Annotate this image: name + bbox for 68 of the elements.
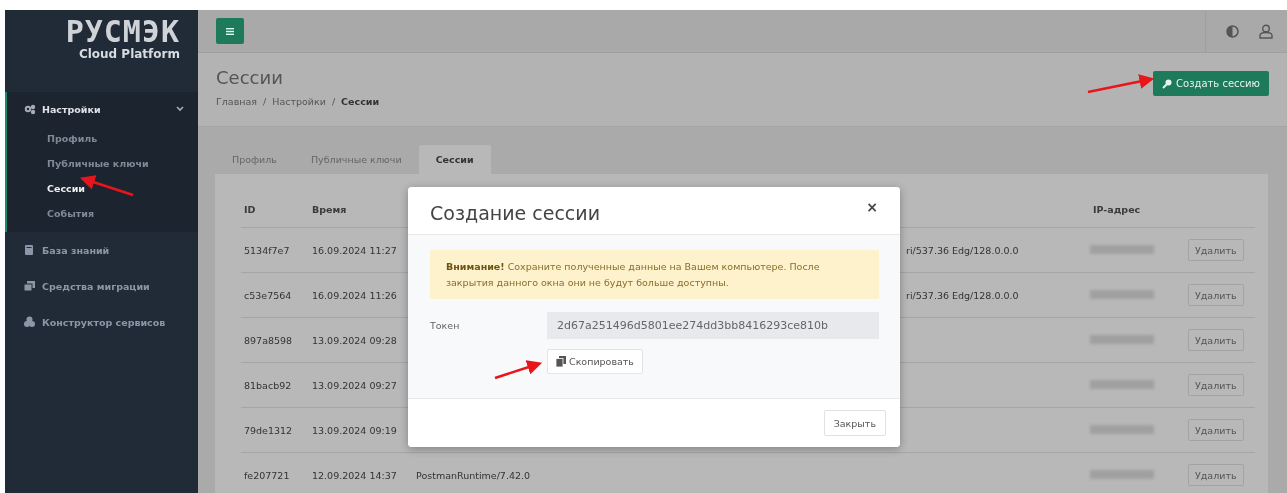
sidebar-subitem[interactable]: Профиль — [7, 126, 98, 151]
sidebar-subitem[interactable]: Сессии — [7, 176, 85, 201]
sidebar-subitem[interactable]: Публичные ключи — [7, 151, 149, 176]
token-label: Токен — [430, 320, 461, 331]
logo-subtitle: Cloud Platform — [78, 48, 180, 60]
table-cell: 5134f7e7 — [244, 244, 290, 256]
gear-icon — [23, 103, 36, 115]
chevron-icon — [176, 106, 184, 112]
tab[interactable]: Профиль — [215, 145, 294, 174]
table-cell: 13.09.2024 09:28 — [312, 334, 397, 346]
table-cell: 897a8598 — [244, 334, 293, 346]
table-cell: PostmanRuntime/7.42.0 — [416, 469, 531, 481]
contrast-icon — [1226, 24, 1239, 38]
stacked-windows-icon — [23, 280, 36, 292]
table-cell: fe207721 — [244, 469, 290, 481]
logo-wordmark: РУСМЭК — [65, 16, 180, 48]
delete-button[interactable]: Удалить — [1188, 464, 1244, 486]
warning-alert: Внимание! Сохраните полученные данные на Вашем компьютере. После закрытия данного окна они не будут больше доступны. — [430, 250, 879, 299]
table-cell: 13.09.2024 09:19 — [312, 424, 397, 436]
column-header: Время — [312, 204, 347, 215]
blurred-ip-address — [1090, 244, 1154, 254]
table-cell: 13.09.2024 09:27 — [312, 379, 397, 391]
modal-title: Создание сессии — [430, 202, 600, 224]
table-cell: 12.09.2024 14:37 — [312, 469, 397, 481]
delete-button[interactable]: Удалить — [1188, 374, 1244, 396]
user-icon — [1259, 23, 1273, 39]
token-field[interactable]: 2d67a251496d5801ee274dd3bb8416293ce810b — [547, 312, 879, 339]
close-button[interactable]: × — [864, 200, 880, 214]
sidebar-item[interactable]: Средства миграции — [5, 268, 198, 304]
sidebar-item[interactable]: Конструктор сервисов — [5, 304, 198, 340]
breadcrumb-separator: / — [263, 95, 267, 107]
delete-button[interactable]: Удалить — [1188, 239, 1244, 261]
table-cell: c53e7564 — [244, 289, 292, 301]
table-cell-text: ri/537.36 Edg/128.0.0.0 — [905, 289, 1019, 301]
close-modal-button[interactable]: Закрыть — [823, 410, 886, 436]
breadcrumb-link[interactable]: Настройки — [272, 95, 326, 107]
sidebar-item[interactable]: База знаний — [5, 232, 198, 268]
delete-button[interactable]: Удалить — [1188, 419, 1244, 441]
blurred-ip-address — [1090, 424, 1154, 434]
table-cell: 79de1312 — [244, 424, 293, 436]
table-cell: 16.09.2024 11:26 — [312, 289, 397, 301]
blurred-ip-address — [1090, 379, 1154, 389]
book-icon — [23, 244, 36, 256]
page-title: Сессии — [216, 66, 284, 88]
blurred-ip-address — [1090, 289, 1154, 299]
breadcrumb-separator: / — [331, 95, 336, 107]
create-session-button[interactable]: Создать сессию — [1153, 71, 1269, 96]
table-cell-text: ri/537.36 Edg/128.0.0.0 — [905, 244, 1019, 256]
table-cell: 81bacb92 — [244, 379, 292, 391]
delete-button[interactable]: Удалить — [1188, 284, 1244, 306]
column-header: IP-адрес — [1093, 204, 1141, 215]
copy-icon — [556, 356, 566, 367]
annotation-arrow — [1087, 74, 1155, 94]
copy-button[interactable]: Скопировать — [547, 349, 643, 374]
annotation-arrow — [494, 360, 543, 380]
sidebar-subitem[interactable]: События — [7, 201, 94, 226]
blurred-ip-address — [1090, 469, 1154, 479]
sidebar-item[interactable]: Настройки — [7, 92, 198, 126]
blurred-ip-address — [1090, 334, 1154, 344]
table-cell: 16.09.2024 11:27 — [312, 244, 397, 256]
tab[interactable]: Сессии — [418, 145, 491, 174]
breadcrumb-current: Сессии — [341, 95, 380, 107]
menu-button[interactable] — [216, 18, 244, 44]
delete-button[interactable]: Удалить — [1188, 329, 1244, 351]
tab[interactable]: Публичные ключи — [293, 145, 419, 174]
column-header: ID — [244, 204, 256, 215]
breadcrumb-link[interactable]: Главная — [216, 95, 258, 107]
menu-icon — [226, 27, 234, 35]
